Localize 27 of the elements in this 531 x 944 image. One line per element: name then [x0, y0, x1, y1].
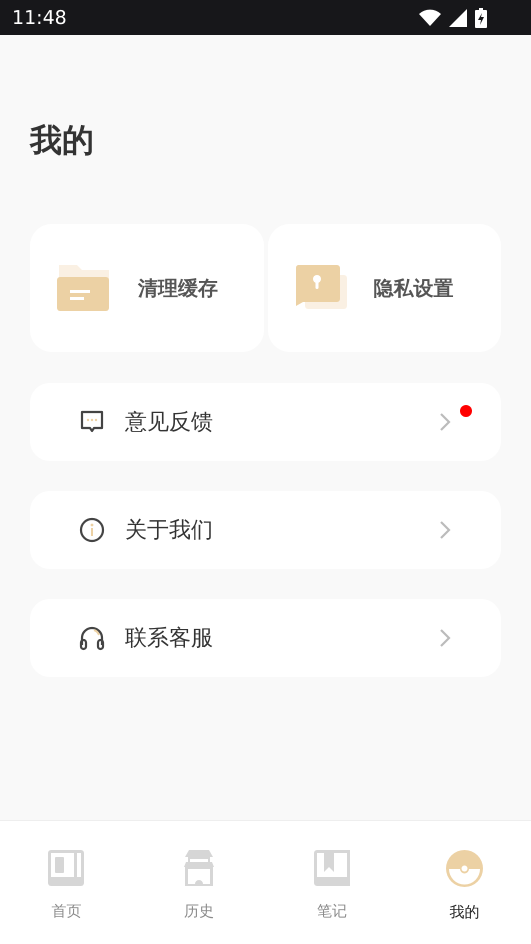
nav-tab[interactable]: 我的 — [398, 850, 531, 944]
quick-action-label: 清理缓存 — [138, 274, 218, 302]
quick-action-label: 隐私设置 — [374, 274, 454, 302]
headset-icon — [79, 625, 105, 651]
menu-item[interactable]: 关于我们 — [30, 491, 501, 569]
chevron-right-icon — [439, 412, 451, 432]
chat-lock-icon — [294, 265, 346, 311]
menu-item[interactable]: 意见反馈 — [30, 383, 501, 461]
info-icon — [79, 517, 105, 543]
status-time: 11:48 — [12, 6, 67, 28]
battery-icon — [475, 8, 487, 28]
chevron-right-icon — [439, 520, 451, 540]
folder-icon — [57, 265, 111, 311]
menu-label: 关于我们 — [125, 517, 214, 545]
quick-action-card[interactable]: 清理缓存 — [30, 224, 264, 352]
signal-icon — [449, 8, 467, 26]
quick-action-card[interactable]: 隐私设置 — [268, 224, 501, 352]
bookmark-book-icon — [314, 850, 350, 886]
page-title: 我的 — [30, 120, 95, 160]
ball-icon — [446, 850, 484, 887]
menu-label: 意见反馈 — [125, 409, 214, 437]
chevron-right-icon — [439, 628, 451, 648]
wifi-icon — [419, 9, 441, 26]
menu-label: 联系客服 — [125, 625, 214, 653]
message-icon — [79, 409, 105, 435]
book-icon — [48, 850, 84, 886]
menu-item[interactable]: 联系客服 — [30, 599, 501, 677]
